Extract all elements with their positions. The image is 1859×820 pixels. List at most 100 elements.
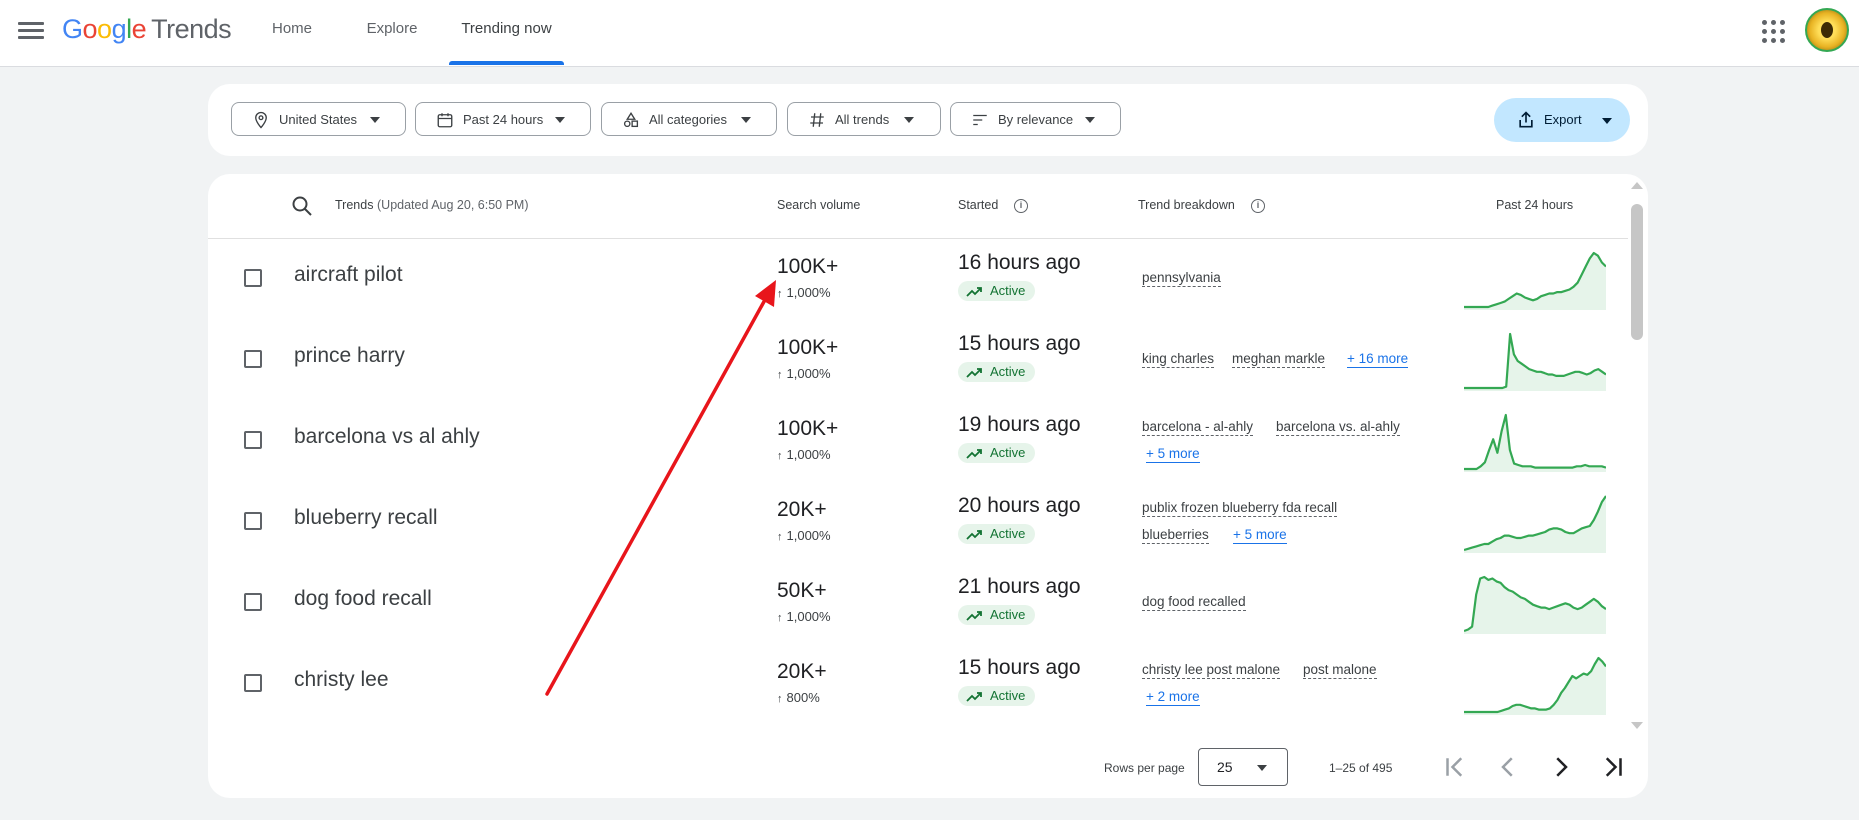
arrow-up-icon: ↑ <box>777 693 783 705</box>
chevron-down-icon <box>1602 118 1612 124</box>
search-volume: 20K+ <box>777 498 827 521</box>
sparkline-chart <box>1464 251 1606 310</box>
nav-explore[interactable]: Explore <box>358 0 426 66</box>
scrollbar-thumb[interactable] <box>1631 204 1643 340</box>
breakdown-query[interactable]: king charles <box>1142 351 1215 368</box>
status-badge: Active <box>958 605 1036 625</box>
chevron-down-icon <box>370 117 380 123</box>
table-row[interactable]: dog food recall 50K+ ↑ 1,000% 21 hours ag… <box>208 562 1628 643</box>
sparkline-area <box>1464 253 1606 310</box>
started-time: 21 hours ago <box>958 575 1081 598</box>
info-icon[interactable]: i <box>1251 199 1265 213</box>
table-row[interactable]: prince harry 100K+ ↑ 1,000% 15 hours ago … <box>208 319 1628 400</box>
table-row[interactable]: barcelona vs al ahly 100K+ ↑ 1,000% 19 ho… <box>208 400 1628 481</box>
row-checkbox[interactable] <box>244 350 262 368</box>
chevron-down-icon <box>904 117 914 123</box>
next-page-icon[interactable] <box>1546 752 1576 782</box>
table-row[interactable]: aircraft pilot 100K+ ↑ 1,000% 16 hours ag… <box>208 238 1628 319</box>
previous-page-icon[interactable] <box>1493 752 1523 782</box>
account-avatar[interactable] <box>1805 8 1849 52</box>
started-time: 15 hours ago <box>958 332 1081 355</box>
sparkline-area <box>1464 658 1606 715</box>
category-shapes-icon <box>623 111 639 128</box>
trending-up-icon <box>966 610 982 621</box>
status-badge: Active <box>958 524 1036 544</box>
trend-term[interactable]: prince harry <box>294 344 405 368</box>
status-badge: Active <box>958 362 1036 382</box>
nav-home[interactable]: Home <box>262 0 322 66</box>
search-icon[interactable] <box>290 194 314 218</box>
google-trends-logo[interactable]: Google Trends <box>62 14 232 45</box>
trends-header: Trends <box>335 198 374 212</box>
breakdown-query[interactable]: barcelona - al-ahly <box>1142 419 1254 436</box>
google-apps-icon[interactable] <box>1762 20 1786 44</box>
category-filter-label: All categories <box>649 112 728 127</box>
export-button[interactable]: Export <box>1494 98 1630 142</box>
breakdown-query[interactable]: dog food recalled <box>1142 594 1246 611</box>
breakdown-query[interactable]: meghan markle <box>1232 351 1326 368</box>
rows-per-page-select[interactable]: 25 <box>1198 748 1288 786</box>
chevron-down-icon <box>1085 117 1095 123</box>
row-checkbox[interactable] <box>244 512 262 530</box>
more-queries-link[interactable]: + 5 more <box>1233 527 1287 544</box>
main-menu-icon[interactable] <box>16 18 46 42</box>
nav-trending-now[interactable]: Trending now <box>449 0 564 66</box>
location-filter-label: United States <box>279 112 358 127</box>
trends-table: Trends (Updated Aug 20, 6:50 PM) Search … <box>208 174 1648 798</box>
table-header: Trends (Updated Aug 20, 6:50 PM) Search … <box>208 174 1628 239</box>
trend-term[interactable]: blueberry recall <box>294 506 438 530</box>
row-checkbox[interactable] <box>244 593 262 611</box>
scroll-down-arrow-icon[interactable] <box>1631 722 1643 729</box>
category-filter[interactable]: All categories <box>601 102 777 136</box>
last-page-icon[interactable] <box>1598 752 1628 782</box>
table-row[interactable]: christy lee 20K+ ↑ 800% 15 hours ago Acti… <box>208 643 1628 724</box>
trending-up-icon <box>966 367 982 378</box>
filter-bar: United States Past 24 hours All categori… <box>208 84 1648 156</box>
sort-filter[interactable]: By relevance <box>950 102 1121 136</box>
trend-term[interactable]: christy lee <box>294 668 389 692</box>
trend-term[interactable]: barcelona vs al ahly <box>294 425 480 449</box>
row-checkbox[interactable] <box>244 431 262 449</box>
started-time: 19 hours ago <box>958 413 1081 436</box>
volume-increase: ↑ 1,000% <box>777 609 831 624</box>
active-tab-indicator <box>449 61 564 65</box>
location-filter[interactable]: United States <box>231 102 406 136</box>
breakdown-query[interactable]: barcelona vs. al-ahly <box>1276 419 1400 436</box>
past-24-hours-header: Past 24 hours <box>1496 198 1574 212</box>
breakdown-query[interactable]: blueberries <box>1142 527 1209 544</box>
table-row[interactable]: blueberry recall 20K+ ↑ 1,000% 20 hours a… <box>208 481 1628 562</box>
trend-type-filter[interactable]: All trends <box>787 102 941 136</box>
info-icon[interactable]: i <box>1014 199 1028 213</box>
volume-increase: ↑ 1,000% <box>777 447 831 462</box>
updated-timestamp: (Updated Aug 20, 6:50 PM) <box>377 198 529 212</box>
more-queries-link[interactable]: + 5 more <box>1146 446 1200 463</box>
more-queries-link[interactable]: + 2 more <box>1146 689 1200 706</box>
volume-increase: ↑ 1,000% <box>777 528 831 543</box>
first-page-icon[interactable] <box>1440 752 1470 782</box>
trending-up-icon <box>966 691 982 702</box>
status-badge: Active <box>958 443 1036 463</box>
volume-increase: ↑ 1,000% <box>777 285 831 300</box>
location-pin-icon <box>255 111 267 129</box>
trend-term[interactable]: aircraft pilot <box>294 263 403 287</box>
breakdown-query[interactable]: pennsylvania <box>1142 270 1221 287</box>
started-time: 16 hours ago <box>958 251 1081 274</box>
breakdown-query[interactable]: post malone <box>1303 662 1377 679</box>
chevron-down-icon <box>741 117 751 123</box>
time-filter[interactable]: Past 24 hours <box>415 102 591 136</box>
search-volume: 20K+ <box>777 660 827 683</box>
more-queries-link[interactable]: + 16 more <box>1347 351 1409 368</box>
row-checkbox[interactable] <box>244 674 262 692</box>
started-header[interactable]: Started <box>958 198 998 212</box>
trend-term[interactable]: dog food recall <box>294 587 432 611</box>
breakdown-query[interactable]: christy lee post malone <box>1142 662 1281 679</box>
breakdown-query[interactable]: publix frozen blueberry fda recall <box>1142 500 1338 517</box>
status-badge: Active <box>958 281 1036 301</box>
scroll-up-arrow-icon[interactable] <box>1631 182 1643 189</box>
export-label: Export <box>1544 112 1582 127</box>
volume-increase: ↑ 800% <box>777 690 820 705</box>
top-app-bar: Google Trends Home Explore Trending now <box>0 0 1859 67</box>
arrow-up-icon: ↑ <box>777 612 783 624</box>
search-volume-header[interactable]: Search volume <box>777 198 860 212</box>
row-checkbox[interactable] <box>244 269 262 287</box>
